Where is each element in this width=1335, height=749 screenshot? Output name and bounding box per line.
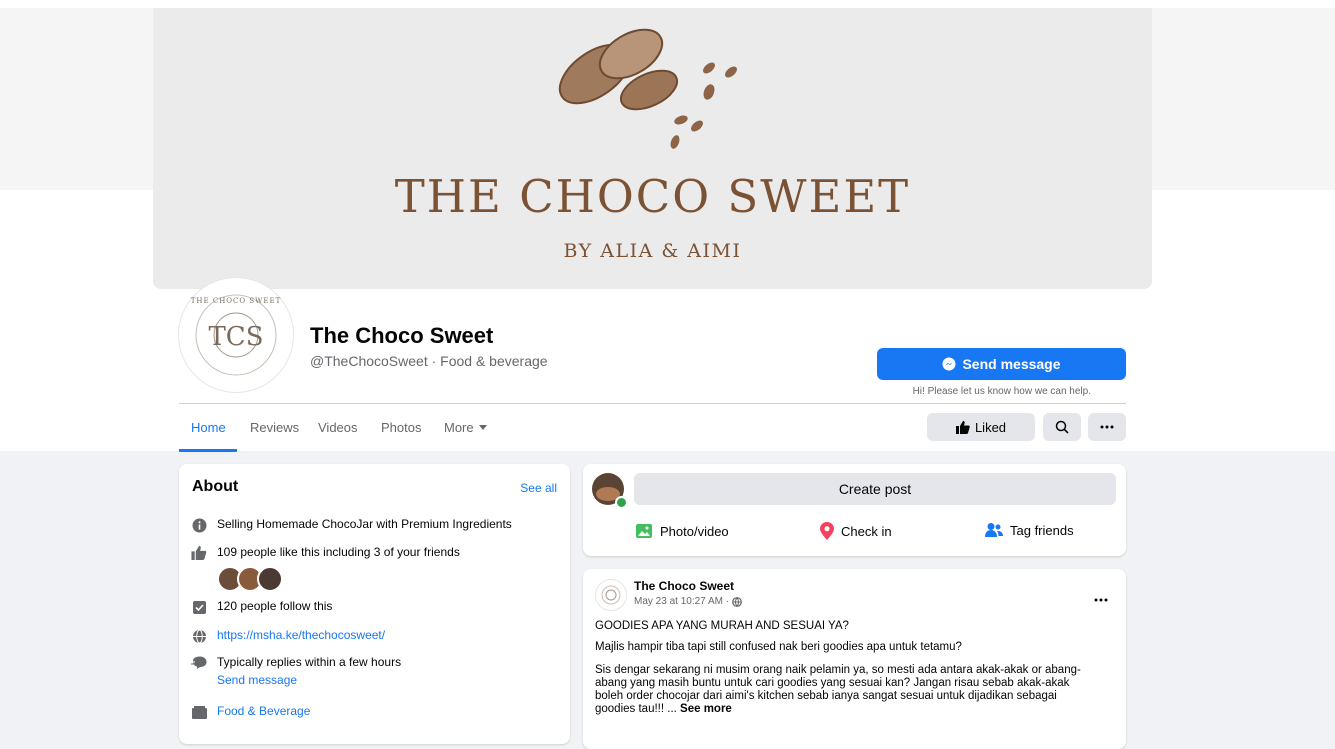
photo-video-label: Photo/video: [660, 523, 729, 539]
thumbs-up-icon: [191, 546, 207, 560]
post-card: The Choco Sweet May 23 at 10:27 AM · GOO…: [583, 569, 1126, 749]
cover-photo[interactable]: THE CHOCO SWEET BY ALIA & AIMI: [153, 8, 1152, 289]
globe-icon: [192, 629, 206, 643]
ellipsis-icon: [1100, 425, 1114, 429]
about-replies-text: Typically replies within a few hours: [217, 655, 402, 669]
photo-video-button[interactable]: Photo/video: [635, 522, 729, 540]
tab-home[interactable]: Home: [191, 420, 226, 435]
cover-title: THE CHOCO SWEET: [394, 170, 911, 223]
about-website: https://msha.ke/thechocosweet/: [191, 628, 385, 644]
more-options-button[interactable]: [1088, 413, 1126, 441]
check-in-button[interactable]: Check in: [820, 522, 892, 540]
website-link[interactable]: https://msha.ke/thechocosweet/: [217, 628, 385, 642]
page-handle: @TheChocoSweet · Food & beverage: [310, 353, 548, 369]
photo-icon: [636, 524, 652, 538]
tab-more[interactable]: More: [444, 420, 487, 435]
post-paragraph-line-4: goodies tau!!! ... See more: [595, 702, 732, 716]
logo-text: THE CHOCO SWEET: [191, 297, 282, 305]
about-category: Food & Beverage: [191, 704, 310, 720]
category-link[interactable]: Food & Beverage: [217, 704, 310, 718]
category-icon: [191, 705, 207, 719]
check-in-label: Check in: [841, 523, 892, 539]
post-paragraph-line-1: Sis dengar sekarang ni musim orang naik …: [595, 664, 1081, 676]
send-message-button[interactable]: Send message: [877, 348, 1126, 380]
avatar[interactable]: [257, 566, 283, 592]
cover-subtitle: BY ALIA & AIMI: [563, 240, 742, 262]
about-send-message-link[interactable]: Send message: [217, 671, 401, 689]
about-description-text: Selling Homemade ChocoJar with Premium I…: [217, 517, 512, 531]
tab-photos[interactable]: Photos: [381, 420, 421, 435]
info-icon: [192, 518, 206, 532]
logo-monogram: TCS: [208, 322, 263, 352]
liked-button[interactable]: Liked: [927, 413, 1035, 441]
brand-logo: TCS THE CHOCO SWEET: [191, 294, 282, 376]
post-author[interactable]: The Choco Sweet: [634, 579, 734, 593]
tab-reviews[interactable]: Reviews: [250, 420, 299, 435]
messenger-reply-icon: [191, 656, 207, 669]
search-icon: [1055, 420, 1069, 434]
ellipsis-icon: [1094, 598, 1108, 602]
online-status-dot: [615, 496, 628, 509]
messenger-icon: [942, 357, 956, 371]
about-likes-text: 109 people like this including 3 of your…: [217, 545, 460, 559]
about-replies: Typically replies within a few hours Sen…: [191, 655, 401, 689]
about-follows-text: 120 people follow this: [217, 599, 333, 613]
post-paragraph-line-3: boleh order chocojar dari aimi's kitchen…: [595, 690, 1057, 702]
post-timestamp[interactable]: May 23 at 10:27 AM ·: [634, 596, 729, 607]
about-card: About See all Selling Homemade ChocoJar …: [179, 464, 570, 744]
about-likes: 109 people like this including 3 of your…: [191, 545, 460, 561]
post-author-avatar[interactable]: [595, 579, 627, 611]
profile-picture[interactable]: TCS THE CHOCO SWEET: [179, 278, 293, 392]
search-button[interactable]: [1043, 413, 1081, 441]
about-follows: 120 people follow this: [191, 599, 332, 615]
see-more-link[interactable]: See more: [680, 703, 732, 715]
follow-icon: [192, 600, 206, 614]
brand-logo-small: [601, 585, 621, 605]
globe-icon: [732, 596, 742, 607]
create-post-label: Create post: [838, 481, 912, 497]
thumbs-up-icon: [955, 420, 970, 434]
post-paragraph-line-2: abang yang masih buntu untuk cari goodie…: [595, 677, 1070, 689]
location-pin-icon: [820, 522, 834, 540]
tag-friends-button[interactable]: Tag friends: [985, 522, 1074, 538]
see-all-link[interactable]: See all: [520, 481, 557, 495]
tag-friends-icon: [985, 523, 1003, 537]
tab-videos[interactable]: Videos: [318, 420, 358, 435]
create-post-button[interactable]: Create post: [634, 473, 1116, 505]
send-message-label: Send message: [962, 356, 1061, 372]
cover-side-right: [1152, 8, 1335, 190]
liked-label: Liked: [974, 419, 1007, 435]
active-tab-indicator: [179, 449, 237, 452]
tab-more-label: More: [444, 420, 474, 435]
post-paragraph-line-4-text: goodies tau!!! ...: [595, 703, 677, 715]
page-title: The Choco Sweet: [310, 323, 494, 348]
about-title: About: [192, 478, 239, 495]
cover-side-left: [0, 8, 153, 190]
post-options-button[interactable]: [1094, 589, 1108, 607]
create-post-card: Create post Photo/video Check in Tag fri…: [583, 464, 1126, 556]
about-description: Selling Homemade ChocoJar with Premium I…: [191, 517, 512, 533]
help-text: Hi! Please let us know how we can help.: [912, 386, 1091, 397]
tag-friends-label: Tag friends: [1010, 522, 1074, 538]
post-line-1: GOODIES APA YANG MURAH AND SESUAI YA?: [595, 620, 849, 632]
post-line-2: Majlis hampir tiba tapi still confused n…: [595, 641, 962, 653]
post-meta: May 23 at 10:27 AM ·: [634, 596, 742, 607]
cacao-pods-illustration: [558, 28, 737, 149]
header-divider: [179, 403, 1126, 404]
caret-down-icon: [478, 424, 487, 430]
friend-avatars[interactable]: [217, 566, 283, 592]
